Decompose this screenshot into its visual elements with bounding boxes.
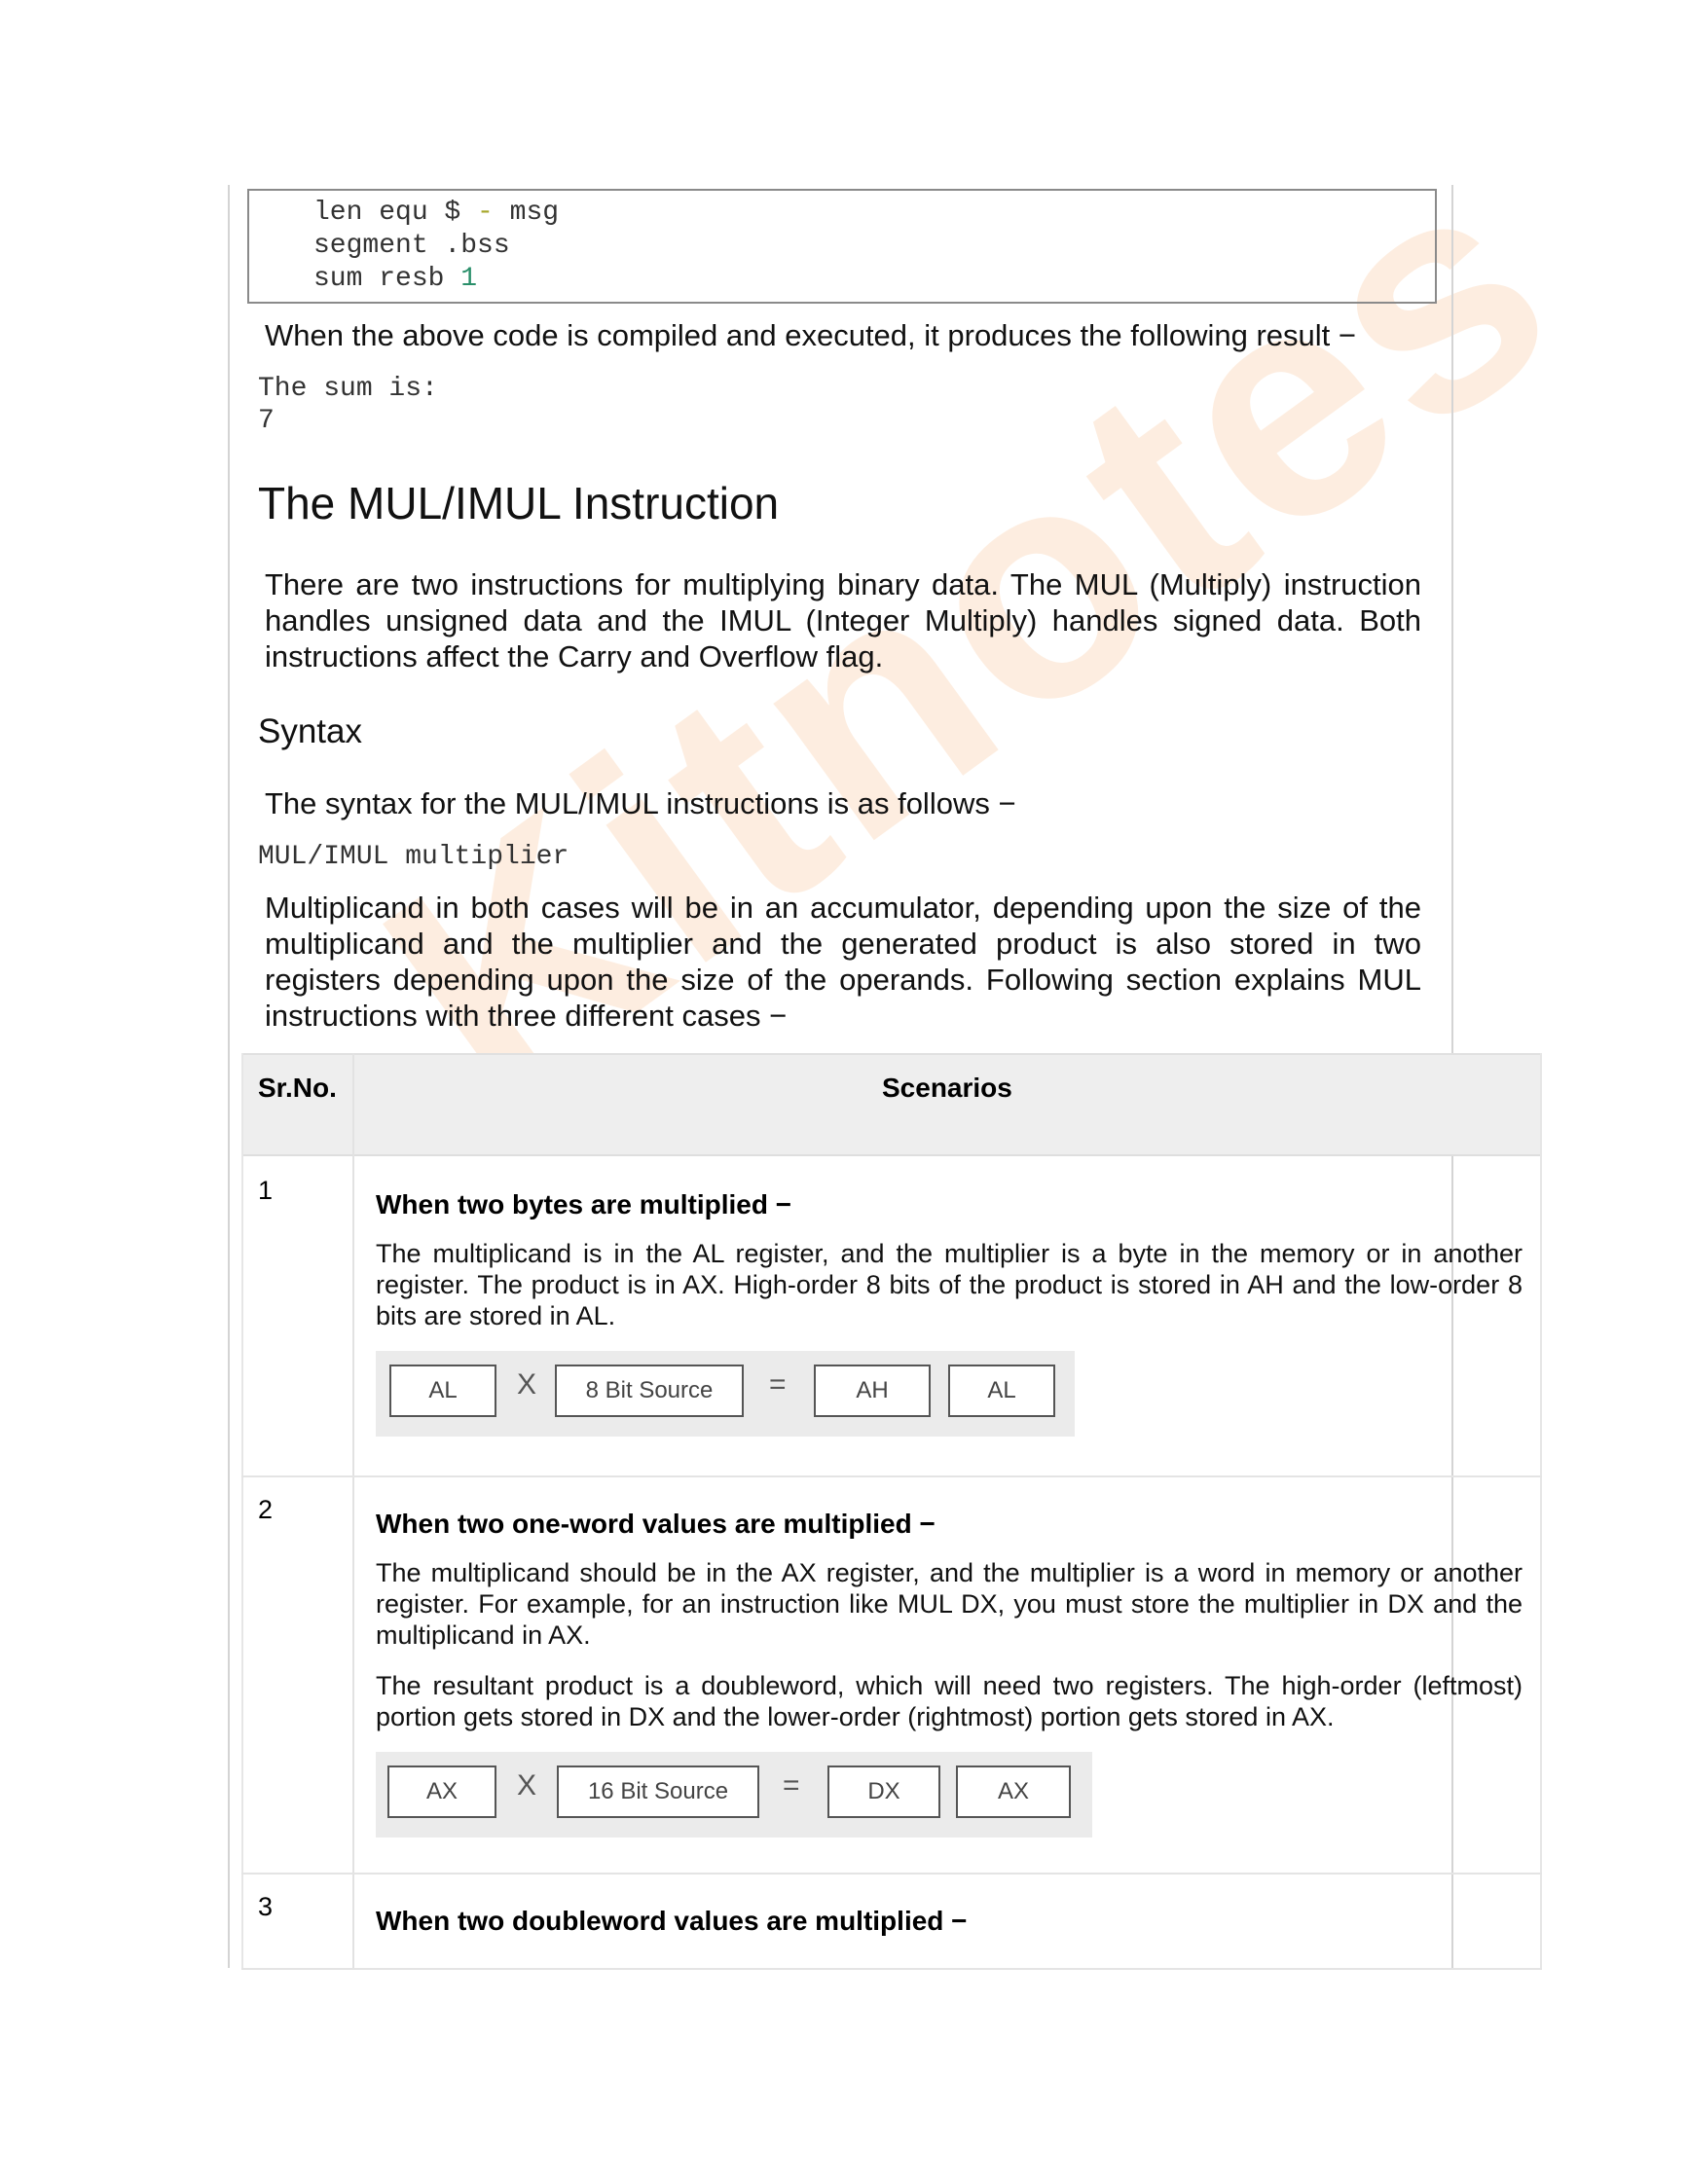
row-text: The multiplicand is in the AL register, … [376,1239,1523,1330]
table-header: Sr.No. Scenarios [241,1053,1542,1156]
table-column-divider [352,1053,354,1970]
scenarios-table: Sr.No. Scenarios 1 When two bytes are mu… [241,1053,1542,1970]
register-box: AX [956,1765,1071,1818]
code-block: len equ $ - msg segment .bss sum resb 1 [247,189,1437,304]
row-text: The multiplicand should be in the AX reg… [376,1558,1523,1650]
row-divider [241,1873,1542,1875]
row-number: 1 [258,1176,274,1205]
page-title: The MUL/IMUL Instruction [258,478,780,528]
header-srno: Sr.No. [258,1073,337,1103]
code-line: len equ $ - msg [313,198,560,228]
row-divider [241,1475,1542,1477]
equals-symbol: = [783,1769,800,1802]
intro-paragraph: There are two instructions for multiplyi… [265,567,1421,673]
output-line-2: 7 [258,406,275,436]
row-title: When two bytes are multiplied − [376,1189,792,1219]
register-box: AL [948,1365,1055,1417]
source-box: 16 Bit Source [557,1765,759,1818]
code-line: sum resb 1 [313,264,478,294]
row-title: When two doubleword values are multiplie… [376,1906,968,1936]
multiply-symbol: X [517,1368,537,1401]
row-number: 3 [258,1892,274,1921]
equals-symbol: = [769,1368,787,1401]
header-scenarios: Scenarios [882,1073,1012,1103]
register-box: AL [389,1365,496,1417]
multiplicand-paragraph: Multiplicand in both cases will be in an… [265,891,1421,1033]
code-line: segment .bss [313,231,510,261]
output-line-1: The sum is: [258,374,438,404]
row-title: When two one-word values are multiplied … [376,1509,936,1539]
syntax-intro: The syntax for the MUL/IMUL instructions… [265,786,1016,820]
register-box: AX [387,1765,496,1818]
multiply-symbol: X [517,1769,537,1802]
word-multiply-diagram: AX X 16 Bit Source = DX AX [376,1752,1092,1838]
result-intro: When the above code is compiled and exec… [265,318,1356,352]
row-text: The resultant product is a doubleword, w… [376,1671,1523,1731]
register-box: AH [814,1365,931,1417]
register-box: DX [827,1765,940,1818]
row-number: 2 [258,1495,274,1524]
byte-multiply-diagram: AL X 8 Bit Source = AH AL [376,1351,1075,1437]
syntax-code: MUL/IMUL multiplier [258,842,569,872]
source-box: 8 Bit Source [555,1365,744,1417]
table-border [1540,1053,1542,1970]
row-divider [241,1968,1542,1970]
syntax-heading: Syntax [258,712,362,750]
table-border [241,1053,243,1970]
